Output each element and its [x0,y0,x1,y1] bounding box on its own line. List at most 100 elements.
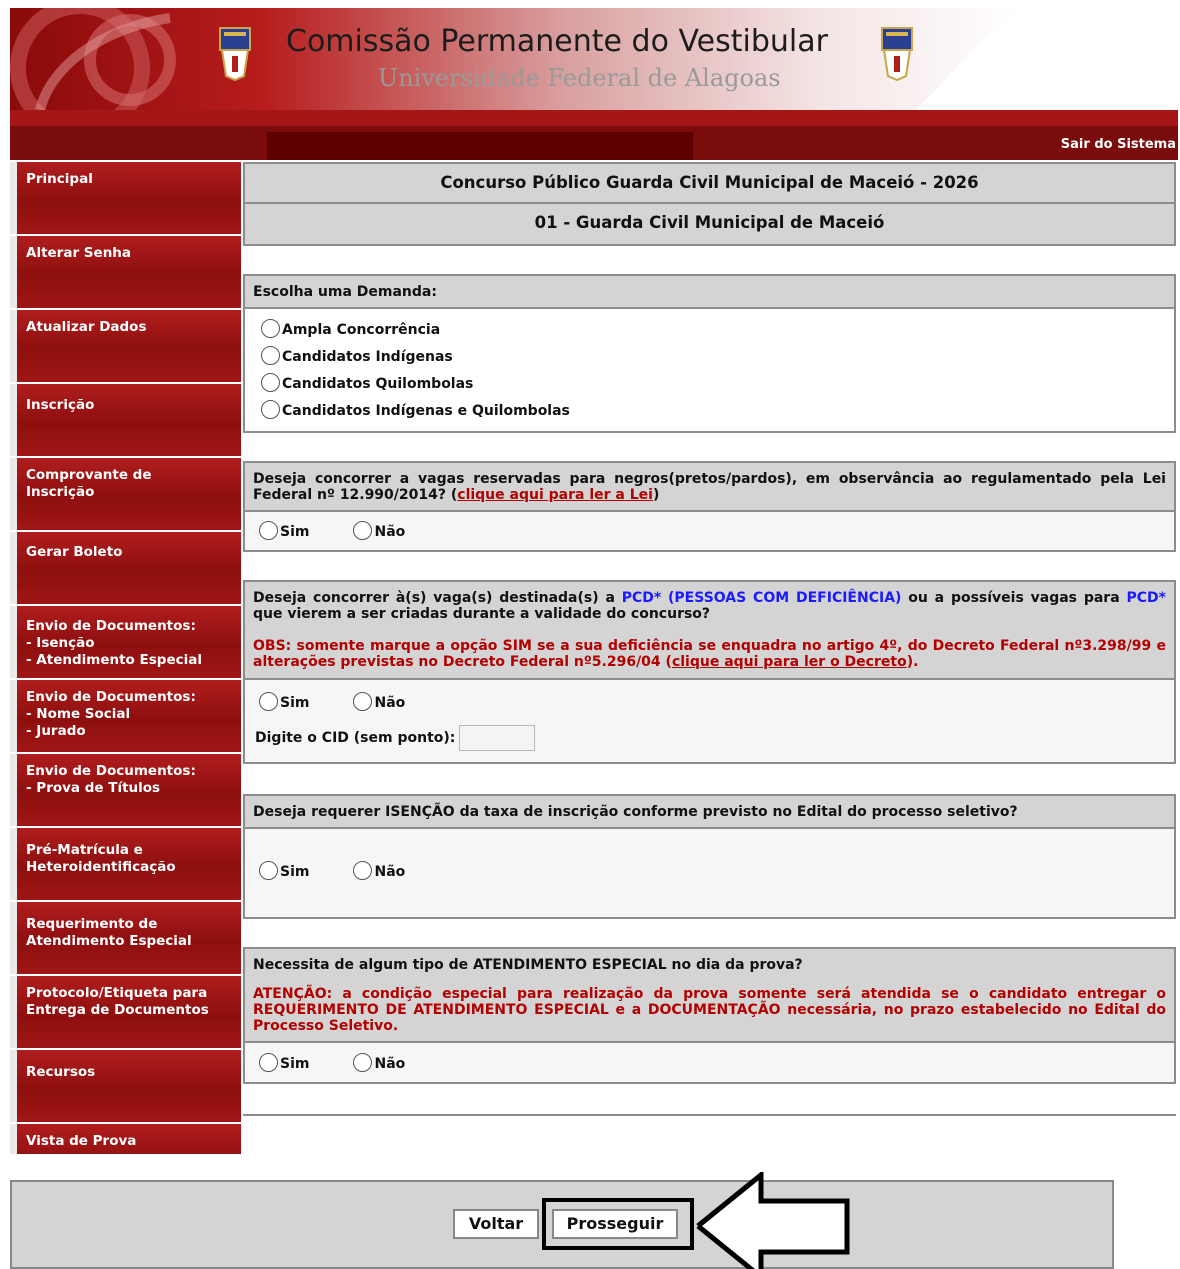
sidebar-menu: Principal Alterar Senha Atualizar Dados … [10,162,241,1154]
radio-button[interactable] [261,373,280,392]
back-button[interactable]: Voltar [453,1209,539,1239]
demand-options: Ampla Concorrência Candidatos Indígenas … [243,309,1176,433]
university-crest-icon [881,27,913,82]
sidebar-item-envio-isencao[interactable]: Envio de Documentos: - Isenção - Atendim… [10,606,241,678]
sidebar-item-label: Vista de Prova [26,1133,137,1149]
radio-no[interactable] [353,692,373,711]
option-label: Candidatos Indígenas [282,349,453,365]
sidebar-item-label: Envio de Documentos: - Nome Social - Jur… [26,689,196,739]
yes-label: Sim [280,524,310,540]
special-assistance-warning: ATENÇÃO: a condição especial para realiz… [253,986,1166,1034]
radio-button[interactable] [261,319,280,338]
sidebar-item-envio-nome-social[interactable]: Envio de Documentos: - Nome Social - Jur… [10,680,241,752]
yes-no-group: Sim Não [253,688,1166,718]
radio-yes[interactable] [259,1053,278,1072]
sidebar-item-vista-prova[interactable]: Vista de Prova [10,1124,241,1154]
question-text-tail: ) [652,487,660,503]
sidebar-item-recursos[interactable]: Recursos [10,1050,241,1122]
radio-yes[interactable] [259,521,278,540]
demand-option-indigenas[interactable]: Candidatos Indígenas [253,344,1166,371]
no-label: Não [374,1056,406,1072]
sidebar-item-label: Alterar Senha [26,245,132,261]
sidebar-item-label: Pré-Matrícula e Heteroidentificação [26,842,176,875]
sidebar-item-envio-titulos[interactable]: Envio de Documentos: - Prova de Títulos [10,754,241,826]
position-title: 01 - Guarda Civil Municipal de Maceió [243,204,1176,246]
cid-row: Digite o CID (sem ponto): [253,720,1166,756]
demand-option-ampla[interactable]: Ampla Concorrência [253,317,1166,344]
sidebar-item-inscricao[interactable]: Inscrição [10,384,241,456]
site-subtitle: Universidade Federal de Alagoas [378,64,781,92]
university-crest-icon [219,27,251,82]
radio-button[interactable] [261,346,280,365]
pcd-term: PCD* [1126,590,1166,606]
yes-no-group: Sim Não [253,857,1166,887]
radio-no[interactable] [353,1053,373,1072]
logout-link[interactable]: Sair do Sistema [1061,137,1176,152]
cid-label: Digite o CID (sem ponto): [255,730,456,746]
no-label: Não [374,695,406,711]
radio-yes[interactable] [259,692,278,711]
cid-input[interactable] [459,725,536,751]
quota-negros-question: Deseja concorrer a vagas reservadas para… [243,461,1176,512]
sidebar-item-label: Inscrição [26,397,95,413]
demand-option-indigenas-quilombolas[interactable]: Candidatos Indígenas e Quilombolas [253,398,1166,425]
question-text: Deseja concorrer à(s) vaga(s) destinada(… [253,590,622,606]
sidebar-item-protocolo[interactable]: Protocolo/Etiqueta para Entrega de Docum… [10,976,241,1048]
top-nav-stripe [10,110,1178,126]
radio-button[interactable] [261,400,280,419]
sidebar-item-comprovante[interactable]: Comprovante de Inscrição [10,458,241,530]
yes-label: Sim [280,1056,310,1072]
fee-exemption-question: Deseja requerer ISENÇÃO da taxa de inscr… [243,794,1176,829]
sidebar-item-label: Envio de Documentos: - Isenção - Atendim… [26,618,202,668]
observation-tail: ). [906,654,919,670]
sidebar-item-label: Envio de Documentos: - Prova de Títulos [26,763,196,796]
pcd-question: Deseja concorrer à(s) vaga(s) destinada(… [243,580,1176,680]
yes-label: Sim [280,864,310,880]
sidebar-item-pre-matricula[interactable]: Pré-Matrícula e Heteroidentificação [10,828,241,900]
sidebar-item-label: Comprovante de Inscrição [26,467,152,500]
demand-heading: Escolha uma Demanda: [243,274,1176,309]
question-text: Necessita de algum tipo de ATENDIMENTO E… [253,957,803,973]
law-link[interactable]: clique aqui para ler a Lei [457,487,653,503]
top-nav-bar: Sair do Sistema [10,110,1178,160]
special-assistance-question: Necessita de algum tipo de ATENDIMENTO E… [243,947,1176,1043]
pcd-question-text: Deseja concorrer à(s) vaga(s) destinada(… [253,590,1166,622]
user-name-bar [267,132,693,160]
sidebar-item-principal[interactable]: Principal [10,162,241,234]
sidebar-item-gerar-boleto[interactable]: Gerar Boleto [10,532,241,604]
pcd-term: PCD* (PESSOAS COM DEFICIÊNCIA) [621,590,902,606]
pcd-observation: OBS: somente marque a opção SIM se a sua… [253,638,1166,670]
special-assistance-answer: Sim Não [243,1043,1176,1084]
option-label: Candidatos Quilombolas [282,376,474,392]
question-text: ou a possíveis vagas para [901,590,1127,606]
yes-no-group: Sim Não [253,1049,1166,1079]
sidebar-item-label: Protocolo/Etiqueta para Entrega de Docum… [26,985,209,1018]
decree-link[interactable]: clique aqui para ler o Decreto [672,654,907,670]
sidebar-item-label: Atualizar Dados [26,319,147,335]
contest-title: Concurso Público Guarda Civil Municipal … [243,162,1176,204]
yes-no-group: Sim Não [253,517,1166,547]
next-section-edge [243,1114,1176,1116]
site-header: Comissão Permanente do Vestibular Univer… [10,8,1178,110]
radio-yes[interactable] [259,861,278,880]
fee-exemption-answer: Sim Não [243,829,1176,919]
question-text: que vierem a ser criadas durante a valid… [253,606,711,622]
no-label: Não [374,524,406,540]
no-label: Não [374,864,406,880]
demand-option-quilombolas[interactable]: Candidatos Quilombolas [253,371,1166,398]
radio-no[interactable] [353,861,373,880]
sidebar-item-alterar-senha[interactable]: Alterar Senha [10,236,241,308]
question-text: Deseja concorrer a vagas reservadas para… [253,471,1166,503]
sidebar-item-label: Requerimento de Atendimento Especial [26,916,192,949]
sidebar-item-requerimento[interactable]: Requerimento de Atendimento Especial [10,902,241,974]
proceed-highlight-box [542,1198,694,1250]
option-label: Candidatos Indígenas e Quilombolas [282,403,570,419]
pcd-answer: Sim Não Digite o CID (sem ponto): [243,680,1176,764]
sidebar-item-label: Recursos [26,1064,96,1080]
radio-no[interactable] [353,521,373,540]
site-title: Comissão Permanente do Vestibular [286,24,828,59]
sidebar-item-atualizar-dados[interactable]: Atualizar Dados [10,310,241,382]
main-content: Concurso Público Guarda Civil Municipal … [243,162,1176,1155]
left-arrow-icon [696,1172,850,1269]
option-label: Ampla Concorrência [282,322,441,338]
